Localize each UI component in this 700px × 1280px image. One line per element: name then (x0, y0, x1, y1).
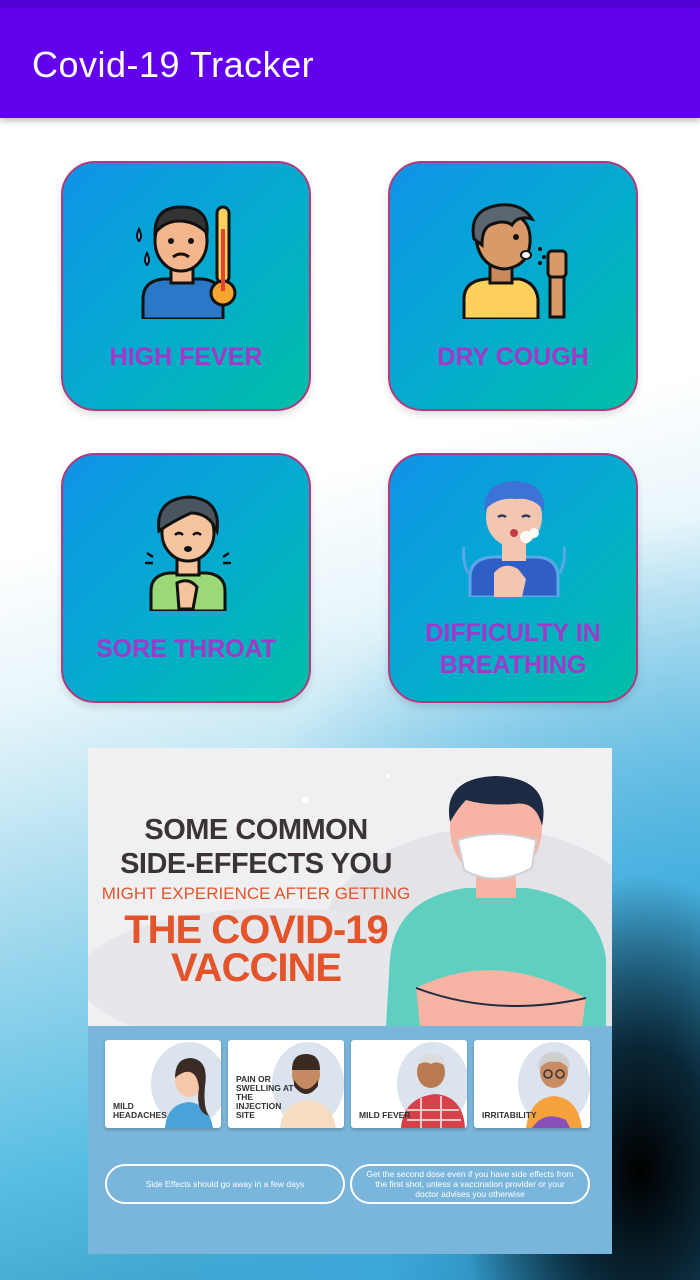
sore-throat-person-icon (145, 495, 231, 611)
symptom-label-line2: BREATHING (439, 651, 587, 679)
symptom-label-difficulty-breathing: DIFFICULTY IN BREATHING (390, 617, 636, 681)
poster-heading-line1: SOME COMMON (144, 814, 368, 846)
second-dose-note-pill: Get the second dose even if you have sid… (350, 1164, 590, 1204)
symptom-label-sore-throat: SORE THROAT (95, 635, 277, 663)
poster-header-area: SOME COMMON SIDE-EFFECTS YOU MIGHT EXPER… (88, 748, 612, 1026)
masked-man-icon (386, 776, 606, 1026)
symptom-card-sore-throat[interactable]: SORE THROAT (61, 453, 311, 703)
app-bar: Covid-19 Tracker (0, 8, 700, 118)
breathing-difficulty-person-icon (462, 481, 566, 597)
app-title: Covid-19 Tracker (32, 44, 315, 85)
side-effect-label: MILD HEADACHES (113, 1101, 167, 1120)
poster-heading-line5: VACCINE (170, 946, 342, 990)
status-bar (0, 0, 700, 8)
coughing-person-icon (462, 203, 568, 319)
poster-heading-line3: MIGHT EXPERIENCE AFTER GETTING (101, 884, 411, 903)
symptom-card-high-fever[interactable]: HIGH FEVER (61, 161, 311, 411)
side-effect-card: PAIN OR SWELLING AT THE INJECTION SITE (228, 1040, 344, 1128)
side-effect-label: MILD FEVER (359, 1110, 411, 1120)
side-effects-note-pill: Side Effects should go away in a few day… (105, 1164, 345, 1204)
symptom-label-high-fever: HIGH FEVER (109, 343, 263, 371)
symptom-label-dry-cough: DRY COUGH (437, 343, 589, 371)
side-effect-card: MILD HEADACHES (105, 1040, 221, 1128)
symptom-card-dry-cough[interactable]: DRY COUGH (388, 161, 638, 411)
symptom-card-difficulty-breathing[interactable]: DIFFICULTY IN BREATHING (388, 453, 638, 703)
side-effect-card: IRRITABILITY (474, 1040, 590, 1128)
side-effect-label: IRRITABILITY (482, 1110, 537, 1120)
fever-person-thermometer-icon (136, 205, 237, 319)
side-effect-label: PAIN OR SWELLING AT THE INJECTION SITE (236, 1074, 294, 1120)
side-effect-card: MILD FEVER (351, 1040, 467, 1128)
poster-heading-line2: SIDE-EFFECTS YOU (120, 848, 392, 880)
vaccine-side-effects-poster: SOME COMMON SIDE-EFFECTS YOU MIGHT EXPER… (88, 748, 612, 1254)
symptom-label-line1: DIFFICULTY IN (425, 619, 601, 647)
